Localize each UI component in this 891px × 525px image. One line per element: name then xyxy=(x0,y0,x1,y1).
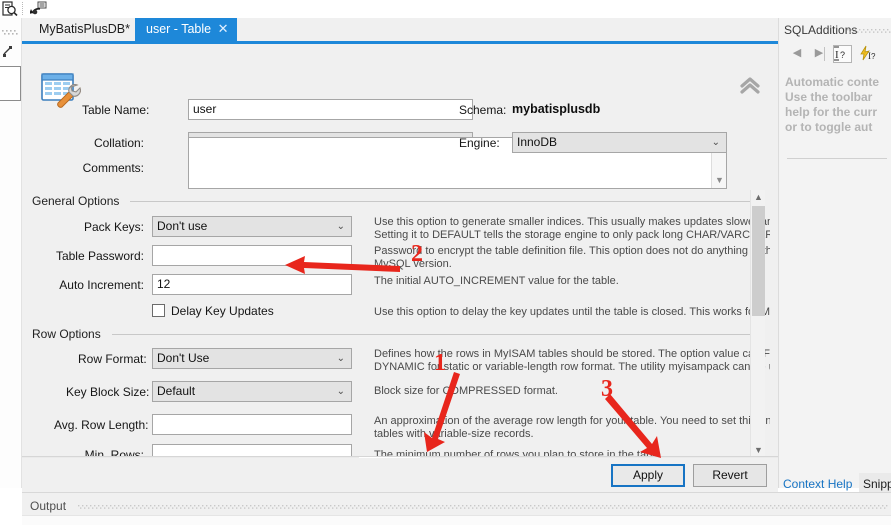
nav-forward-icon[interactable]: ▶ xyxy=(809,44,829,64)
scroll-up-icon[interactable]: ▲ xyxy=(751,190,766,205)
svg-text:?: ? xyxy=(871,52,876,61)
row-format-select[interactable]: Don't Use ⌄ xyxy=(152,348,352,369)
table-password-input[interactable] xyxy=(152,245,352,266)
schema-label: Schema: xyxy=(459,103,507,117)
revert-button[interactable]: Revert xyxy=(693,464,767,487)
key-block-size-help: Block size for COMPRESSED format. xyxy=(374,385,558,397)
engine-value: InnoDB xyxy=(517,135,558,149)
collapse-section-icon[interactable] xyxy=(738,74,762,96)
table-options-form: Table Name: user Collation: utf8 - defau… xyxy=(22,44,778,465)
toolbar-separator xyxy=(824,47,825,61)
table-password-help-line-1: Password to encrypt the table definition… xyxy=(374,245,770,257)
general-options-rule xyxy=(130,201,762,202)
output-panel: Output xyxy=(22,492,891,525)
help-line-1: Automatic conte xyxy=(785,75,880,89)
row-format-help-line-2: DYNAMIC for static or variable-length ro… xyxy=(374,361,770,373)
avg-row-length-input[interactable] xyxy=(152,414,352,435)
table-password-help-line-2: MySQL version. xyxy=(374,258,452,270)
chevron-down-icon: ⌄ xyxy=(336,353,345,364)
delay-key-updates-label: Delay Key Updates xyxy=(171,304,274,318)
help-line-2: Use the toolbar xyxy=(785,90,873,104)
pack-keys-help-line-2: Setting it to DEFAULT tells the storage … xyxy=(374,229,770,241)
options-scrollbar[interactable]: ▲ ▼ xyxy=(750,190,765,458)
pack-keys-select[interactable]: Don't use ⌄ xyxy=(152,216,352,237)
chevron-down-icon[interactable]: ▼ xyxy=(712,174,727,187)
table-settings-icon xyxy=(36,66,84,114)
row-format-label: Row Format: xyxy=(78,352,147,366)
tab-user-table[interactable]: user - Table ✕ xyxy=(135,18,238,41)
refresh-schema-icon[interactable] xyxy=(30,1,47,17)
top-toolbar xyxy=(0,0,891,18)
collation-label: Collation: xyxy=(93,136,144,150)
scrollbar-thumb[interactable] xyxy=(752,206,765,316)
table-name-input[interactable]: user xyxy=(188,99,473,120)
svg-text:?: ? xyxy=(840,50,845,60)
apply-button[interactable]: Apply xyxy=(611,464,685,487)
delay-key-updates-checkbox[interactable]: Delay Key Updates xyxy=(152,304,274,318)
chevron-down-icon: ⌄ xyxy=(336,221,345,232)
action-bar: Apply Revert xyxy=(22,458,778,492)
editor-tab-bar: MyBatisPlusDB* user - Table ✕ xyxy=(22,18,778,41)
pack-keys-help-line-1: Use this option to generate smaller indi… xyxy=(374,216,770,228)
pin-panel-icon[interactable] xyxy=(3,46,15,58)
svg-text:I: I xyxy=(835,49,839,61)
schema-value: mybatisplusdb xyxy=(512,102,601,116)
tab-mybatisplusdb[interactable]: MyBatisPlusDB* xyxy=(28,18,141,41)
output-grip-dots[interactable] xyxy=(78,505,888,509)
avg-row-length-help-line-1: An approximation of the average row leng… xyxy=(374,415,770,427)
pack-keys-label: Pack Keys: xyxy=(83,220,144,234)
table-name-label: Table Name: xyxy=(82,103,150,117)
left-rail xyxy=(0,18,22,488)
sql-additions-help-text: Automatic conte Use the toolbar help for… xyxy=(785,75,891,135)
context-help-icon[interactable]: I ? xyxy=(833,45,852,63)
nav-back-icon[interactable]: ◀ xyxy=(787,44,807,64)
engine-label: Engine: xyxy=(459,136,500,150)
toolbar-separator xyxy=(22,2,23,15)
row-format-value: Don't Use xyxy=(157,351,210,365)
row-options-rule xyxy=(112,334,762,335)
mysql-workbench-window: MyBatisPlusDB* user - Table ✕ Table Name… xyxy=(0,0,891,525)
avg-row-length-label: Avg. Row Length: xyxy=(54,418,149,432)
avg-row-length-help-line-2: tables with variable-size records. xyxy=(374,428,534,440)
help-line-3: help for the curr xyxy=(785,105,878,119)
general-options-title: General Options xyxy=(28,194,124,208)
engine-select[interactable]: InnoDB ⌄ xyxy=(512,132,727,153)
search-document-icon[interactable] xyxy=(2,1,18,17)
panel-grip-dots[interactable] xyxy=(847,29,891,33)
help-line-4: or to toggle aut xyxy=(785,120,873,134)
pack-keys-value: Don't use xyxy=(157,219,208,233)
key-block-size-select[interactable]: Default ⌄ xyxy=(152,381,352,402)
auto-increment-label: Auto Increment: xyxy=(59,278,144,292)
panel-divider xyxy=(787,158,887,159)
row-options-title: Row Options xyxy=(28,327,105,341)
close-icon[interactable]: ✕ xyxy=(217,22,229,36)
row-format-help-line-1: Defines how the rows in MyISAM tables sh… xyxy=(374,348,770,360)
delay-key-updates-help: Use this option to delay the key updates… xyxy=(374,306,770,318)
comments-label: Comments: xyxy=(82,161,144,175)
auto-increment-help: The initial AUTO_INCREMENT value for the… xyxy=(374,275,619,287)
chevron-down-icon: ⌄ xyxy=(336,386,345,397)
auto-increment-input[interactable]: 12 xyxy=(152,274,352,295)
table-password-label: Table Password: xyxy=(55,249,144,263)
rail-grip-dots[interactable] xyxy=(2,30,19,36)
key-block-size-label: Key Block Size: xyxy=(66,385,150,399)
output-label: Output xyxy=(30,499,67,513)
tab-user-table-label: user - Table xyxy=(146,22,212,36)
sql-additions-toolbar: ◀ ▶ I ? I ? xyxy=(779,42,891,66)
auto-help-toggle-icon[interactable]: I ? xyxy=(859,45,878,63)
sql-additions-panel: SQLAdditions ◀ ▶ I ? I ? Automatic conte… xyxy=(778,18,891,495)
chevron-down-icon: ⌄ xyxy=(711,137,720,148)
checkbox-box-icon xyxy=(152,304,165,317)
rail-panel-placeholder xyxy=(0,66,21,101)
table-editor-pane: MyBatisPlusDB* user - Table ✕ Table Name… xyxy=(22,18,778,488)
key-block-size-value: Default xyxy=(157,384,196,398)
